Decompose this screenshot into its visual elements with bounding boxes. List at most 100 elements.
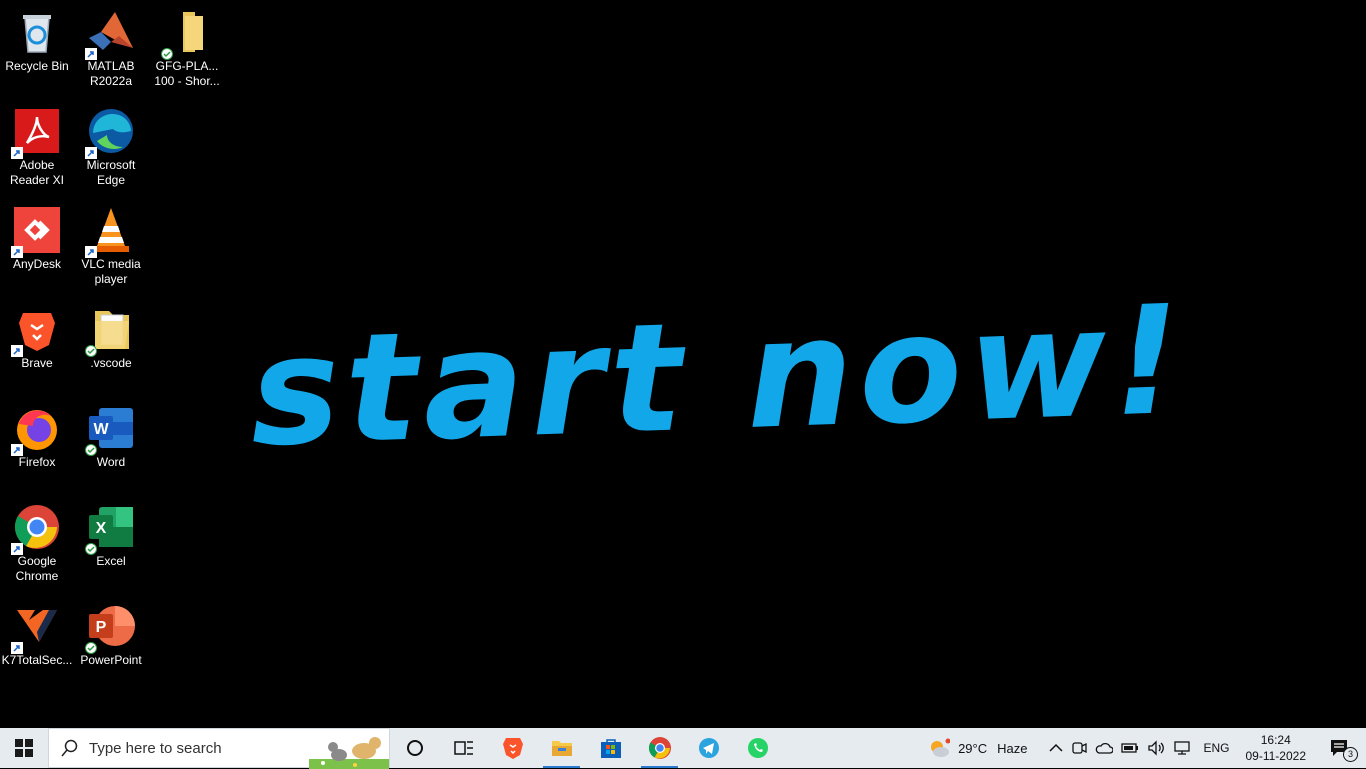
taskbar-whatsapp[interactable]: [733, 728, 782, 768]
desktop-icon-label: Firefox: [18, 455, 56, 469]
svg-text:X: X: [96, 520, 107, 537]
chevron-up-icon: [1049, 743, 1064, 752]
desktop-icon-label: GFG-PLA... 100 - Shor...: [154, 59, 220, 88]
desktop-icon-label: MATLAB R2022a: [87, 59, 135, 88]
taskbar-clock[interactable]: 16:24 09-11-2022: [1238, 732, 1315, 764]
brave-icon: [11, 305, 61, 357]
weather-haze-icon: [931, 738, 951, 757]
battery-button[interactable]: [1117, 728, 1143, 768]
windows-icon: [15, 739, 33, 757]
speaker-icon: [1148, 740, 1165, 756]
shortcut-arrow-icon: [85, 48, 97, 60]
vscode-folder-icon: [85, 305, 135, 357]
desktop-icon-excel[interactable]: X Excel: [74, 497, 148, 589]
clock-time: 16:24: [1260, 733, 1291, 747]
desktop: Recycle Bin Adobe Reader XI AnyDesk Brav…: [0, 0, 1366, 728]
input-language-button[interactable]: ENG: [1195, 728, 1237, 768]
weather-temp: 29°C: [958, 740, 988, 756]
chrome-icon: [11, 503, 61, 555]
file-explorer-icon: [551, 741, 572, 756]
anydesk-icon: [11, 206, 61, 258]
weather-widget[interactable]: 29°C Haze: [924, 728, 1031, 768]
desktop-icon-gfg-folder[interactable]: GFG-PLA... 100 - Shor...: [150, 2, 224, 94]
vlc-icon: [85, 206, 135, 258]
desktop-icon-adobe-reader[interactable]: Adobe Reader XI: [0, 101, 74, 193]
onedrive-cloud-icon: [1096, 742, 1114, 754]
desktop-icon-powerpoint[interactable]: P PowerPoint: [74, 596, 148, 688]
shortcut-arrow-icon: [11, 147, 23, 159]
taskbar: Type here to search 29°C Haze ENG 16:24 …: [0, 728, 1366, 769]
excel-icon: X: [85, 503, 135, 555]
chrome-icon: [648, 737, 671, 759]
desktop-icon-google-chrome[interactable]: Google Chrome: [0, 497, 74, 589]
sync-check-icon: [85, 345, 97, 357]
desktop-icon-label: K7TotalSec...: [1, 653, 73, 667]
desktop-icon-label: Brave: [21, 356, 53, 370]
recycle-bin-icon: [13, 8, 61, 56]
sync-check-icon: [85, 543, 97, 555]
telegram-icon: [698, 738, 719, 758]
shortcut-arrow-icon: [11, 642, 23, 654]
shortcut-arrow-icon: [11, 246, 23, 258]
desktop-icon-label: Excel: [96, 554, 126, 568]
adobe-reader-icon: [11, 107, 61, 159]
shortcut-arrow-icon: [11, 345, 23, 357]
folder-icon: [161, 8, 211, 60]
word-icon: W: [85, 404, 135, 456]
taskbar-cortana[interactable]: [390, 728, 439, 768]
desktop-icon-label: AnyDesk: [12, 257, 62, 271]
clock-date: 09-11-2022: [1245, 749, 1307, 763]
brave-icon: [502, 738, 523, 759]
desktop-icon-recycle-bin[interactable]: Recycle Bin: [0, 2, 74, 94]
desktop-icon-label: .vscode: [90, 356, 132, 370]
shortcut-arrow-icon: [11, 444, 23, 456]
task-view-icon: [453, 741, 473, 755]
firefox-icon: [11, 404, 61, 456]
taskbar-task-view[interactable]: [439, 728, 488, 768]
desktop-icon-microsoft-edge[interactable]: Microsoft Edge: [74, 101, 148, 193]
system-tray: 29°C Haze ENG 16:24 09-11-2022 3: [924, 728, 1366, 768]
desktop-icon-label: VLC media player: [81, 257, 141, 286]
desktop-icon-vscode-folder[interactable]: .vscode: [74, 299, 148, 391]
weather-condition: Haze: [997, 740, 1028, 756]
start-button[interactable]: [0, 728, 48, 768]
taskbar-telegram[interactable]: [684, 728, 733, 768]
search-icon: [61, 739, 78, 757]
cortana-icon: [406, 740, 423, 756]
sync-check-icon: [85, 642, 97, 654]
edge-icon: [85, 107, 135, 159]
whatsapp-icon: [747, 738, 768, 758]
sync-check-icon: [161, 48, 173, 60]
desktop-icon-matlab[interactable]: MATLAB R2022a: [74, 2, 148, 94]
desktop-icon-anydesk[interactable]: AnyDesk: [0, 200, 74, 292]
notification-count-badge: 3: [1343, 747, 1358, 762]
desktop-icon-firefox[interactable]: Firefox: [0, 398, 74, 490]
desktop-icon-label: Google Chrome: [15, 554, 59, 583]
matlab-icon: [85, 8, 135, 60]
network-button[interactable]: [1169, 728, 1195, 768]
k7-icon: [11, 602, 61, 654]
action-center-button[interactable]: 3: [1314, 728, 1366, 768]
search-box[interactable]: Type here to search: [48, 728, 390, 769]
taskbar-brave[interactable]: [488, 728, 537, 768]
onedrive-button[interactable]: [1091, 728, 1117, 768]
battery-icon: [1121, 743, 1139, 753]
wallpaper-text: start now!: [247, 273, 1190, 481]
desktop-icon-brave[interactable]: Brave: [0, 299, 74, 391]
meet-now-button[interactable]: [1067, 728, 1091, 768]
desktop-icon-word[interactable]: W Word: [74, 398, 148, 490]
search-placeholder: Type here to search: [89, 739, 222, 757]
volume-button[interactable]: [1143, 728, 1169, 768]
taskbar-file-explorer[interactable]: [537, 728, 586, 768]
svg-text:W: W: [93, 421, 109, 438]
desktop-icon-vlc[interactable]: VLC media player: [74, 200, 148, 292]
desktop-icon-label: PowerPoint: [80, 653, 142, 667]
desktop-icon-label: Microsoft Edge: [86, 158, 136, 187]
desktop-icon-k7totalsecurity[interactable]: K7TotalSec...: [0, 596, 74, 688]
search-highlight-illustration-icon: [309, 737, 389, 769]
desktop-icon-label: Word: [96, 455, 126, 469]
shortcut-arrow-icon: [11, 543, 23, 555]
taskbar-microsoft-store[interactable]: [586, 728, 635, 768]
taskbar-chrome[interactable]: [635, 728, 684, 768]
show-hidden-icons-button[interactable]: [1045, 728, 1067, 768]
